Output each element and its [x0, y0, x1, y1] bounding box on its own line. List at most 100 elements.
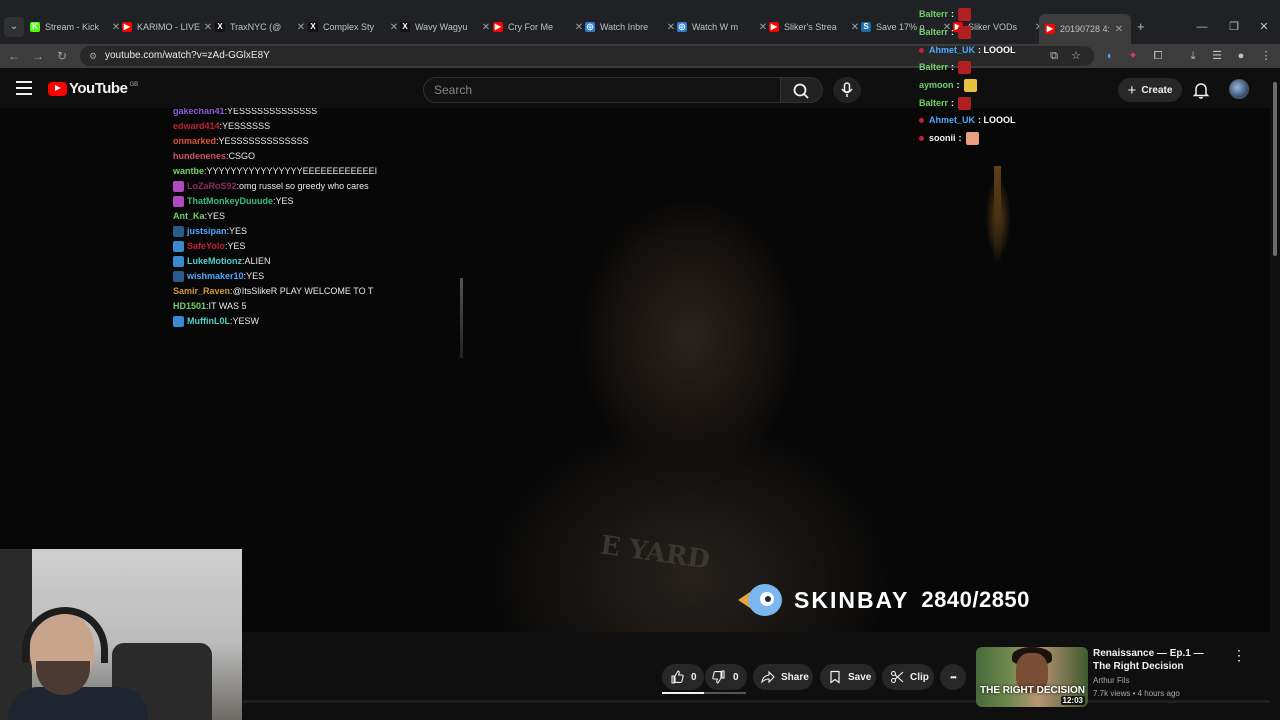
- chat-username: gakechan41: [173, 108, 225, 116]
- close-tab-icon[interactable]: ✕: [665, 22, 677, 33]
- chat-message: wantbe: YYYYYYYYYYYYYYYYEEEEEEEEEEEEI: [173, 164, 383, 179]
- chat-emote-icon: [965, 132, 979, 146]
- chat-text: YES: [227, 241, 246, 251]
- minimize-icon[interactable]: —: [1194, 17, 1210, 37]
- tab-title: Stream - Kick: [45, 22, 100, 32]
- close-window-icon[interactable]: ✕: [1256, 17, 1272, 37]
- share-button[interactable]: Share: [753, 664, 813, 690]
- close-tab-icon[interactable]: ✕: [295, 22, 307, 33]
- chat-text: YES: [207, 211, 226, 221]
- chat-username: LoZaRoS92: [187, 181, 237, 191]
- browser-tab[interactable]: ▶ Sliker's Strea ✕: [769, 17, 861, 37]
- chat-message: LoZaRoS92: omg russel so greedy who care…: [173, 179, 383, 194]
- chat-emote-icon: [958, 96, 972, 110]
- like-button[interactable]: 0: [662, 664, 704, 690]
- tab-title: TraxNYC (@: [230, 22, 282, 32]
- chat-message: Ahmet_UK: LOOOL: [919, 112, 1069, 130]
- clip-button[interactable]: Clip: [882, 664, 934, 690]
- account-avatar[interactable]: [1229, 79, 1249, 99]
- tab-favicon-icon: X: [400, 22, 410, 32]
- browser-tab[interactable]: ◎ Watch W m ✕: [677, 17, 769, 37]
- guide-menu-icon[interactable]: [16, 81, 32, 95]
- recommended-thumbnail[interactable]: THE RIGHT DECISION 12:03: [976, 647, 1088, 707]
- chat-message: HD1501: IT WAS 5: [173, 299, 383, 314]
- extension-icon[interactable]: ◖: [1099, 46, 1119, 66]
- browser-tab[interactable]: ▶ KARIMO - LIVE ✕: [122, 17, 214, 37]
- back-icon[interactable]: ←: [4, 46, 24, 66]
- close-tab-icon[interactable]: ✕: [849, 22, 861, 33]
- chat-message: justsipan: YES: [173, 224, 383, 239]
- scrollbar[interactable]: [1270, 68, 1280, 720]
- recommended-title[interactable]: Renaissance — Ep.1 — The Right Decision: [1093, 647, 1223, 673]
- browser-tab[interactable]: ▶ Cry For Me ✕: [493, 17, 585, 37]
- share-label: Share: [781, 671, 809, 683]
- chat-message: Balterr:: [919, 24, 1069, 42]
- browser-tab[interactable]: X Complex Sty ✕: [308, 17, 400, 37]
- create-label: Create: [1141, 84, 1173, 96]
- background-lamp: [994, 166, 1001, 266]
- notifications-bell-icon[interactable]: [1190, 79, 1212, 101]
- tab-title: Sliker's Strea: [784, 22, 837, 32]
- dislike-button[interactable]: 0: [705, 664, 747, 690]
- site-info-icon[interactable]: ⚙: [87, 50, 99, 62]
- more-actions-button[interactable]: •••: [940, 664, 966, 690]
- bookmark-star-icon[interactable]: ☆: [1066, 46, 1086, 66]
- create-button[interactable]: + Create: [1118, 78, 1182, 102]
- voice-search-button[interactable]: [833, 77, 861, 103]
- chat-emote-icon: [963, 79, 977, 93]
- search-input[interactable]: [434, 83, 764, 97]
- close-tab-icon[interactable]: ✕: [480, 22, 492, 33]
- chat-text: IT WAS 5: [208, 301, 247, 311]
- region-code: GB: [129, 81, 139, 88]
- scrollbar-thumb[interactable]: [1273, 82, 1277, 256]
- thumbs-down-icon: [712, 670, 725, 684]
- browser-tab[interactable]: X Wavy Wagyu ✕: [400, 17, 492, 37]
- close-tab-icon[interactable]: ✕: [757, 22, 769, 33]
- chat-text: : LOOOL: [978, 115, 1016, 126]
- chat-username: Balterr: [919, 97, 949, 108]
- browser-menu-icon[interactable]: ⋮: [1256, 46, 1276, 66]
- close-tab-icon[interactable]: ✕: [202, 22, 214, 33]
- new-tab-button[interactable]: +: [1137, 17, 1151, 37]
- chat-username: Ant_Ka: [173, 211, 205, 221]
- forward-icon[interactable]: →: [28, 46, 48, 66]
- tab-favicon-icon: S: [861, 22, 871, 32]
- close-tab-icon[interactable]: ✕: [573, 22, 585, 33]
- save-bookmark-icon: [830, 670, 840, 684]
- browser-tab[interactable]: K Stream - Kick ✕: [30, 17, 122, 37]
- chat-dot-icon: [919, 118, 924, 124]
- close-tab-icon[interactable]: ✕: [110, 22, 122, 33]
- close-tab-icon[interactable]: ✕: [1113, 24, 1125, 35]
- microphone-stand: [460, 278, 463, 358]
- browser-toolbar: ← → ↻ ⚙ youtube.com/watch?v=zAd-GGlxE8Y …: [0, 44, 1280, 68]
- reload-icon[interactable]: ↻: [52, 46, 72, 66]
- download-icon[interactable]: ⤓: [1183, 46, 1203, 66]
- url-text[interactable]: youtube.com/watch?v=zAd-GGlxE8Y: [105, 50, 270, 61]
- search-button[interactable]: [781, 77, 823, 103]
- profile-icon[interactable]: ●: [1231, 46, 1251, 66]
- microphone-icon: [841, 82, 853, 97]
- more-options-icon[interactable]: ⋮: [1232, 647, 1246, 665]
- tab-search-button[interactable]: ⌄: [4, 17, 24, 37]
- media-control-icon[interactable]: ☰: [1207, 46, 1227, 66]
- search-box[interactable]: [423, 77, 781, 103]
- save-button[interactable]: Save: [820, 664, 876, 690]
- browser-tab[interactable]: X TraxNYC (@ ✕: [215, 17, 307, 37]
- shirt-print: E YARD: [598, 530, 712, 576]
- youtube-logo[interactable]: YouTube GB: [48, 80, 138, 97]
- chat-text: YES: [229, 226, 248, 236]
- chat-message: hundenenes: CSGO: [173, 149, 383, 164]
- browser-tab[interactable]: ◎ Watch Inbre ✕: [585, 17, 677, 37]
- extension-icon[interactable]: ✦: [1123, 46, 1143, 66]
- tab-favicon-icon: K: [30, 22, 40, 32]
- chat-text: YES: [275, 196, 294, 206]
- close-tab-icon[interactable]: ✕: [388, 22, 400, 33]
- recommended-channel[interactable]: Arthur Fils: [1093, 676, 1129, 685]
- extensions-puzzle-icon[interactable]: ⧠: [1148, 46, 1168, 66]
- chat-username: Ahmet_UK: [929, 115, 976, 126]
- chat-message: soonii:: [919, 130, 1069, 148]
- chat-text: YESSSSSS: [222, 121, 271, 131]
- maximize-icon[interactable]: ❐: [1226, 17, 1242, 37]
- chat-username: onmarked: [173, 136, 217, 146]
- chat-emote-icon: [958, 61, 972, 75]
